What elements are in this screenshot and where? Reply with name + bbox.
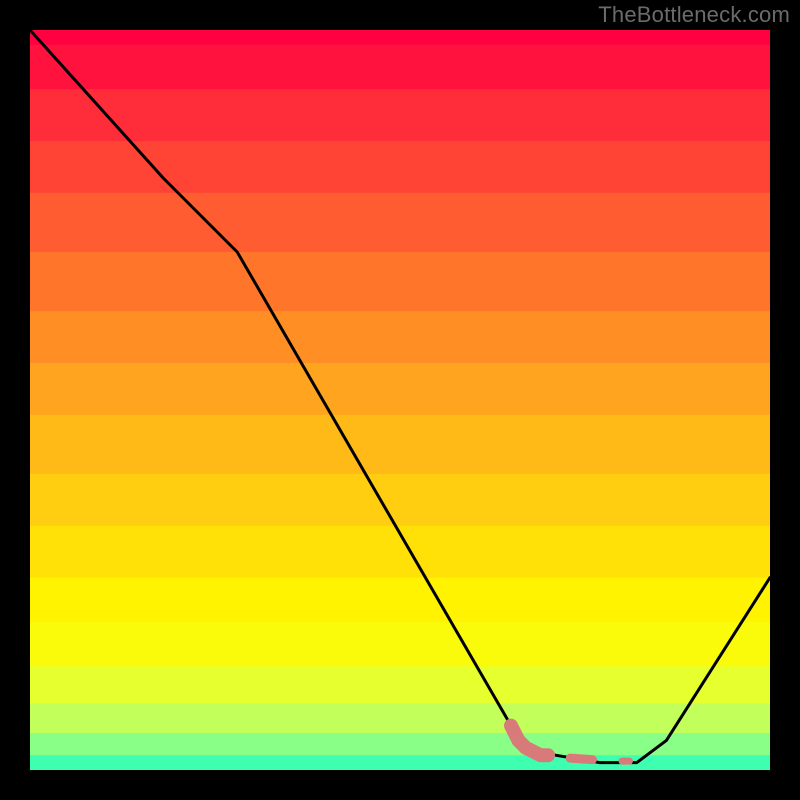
gradient-band	[30, 363, 770, 416]
gradient-band	[30, 252, 770, 312]
gradient-band	[30, 703, 770, 734]
gradient-band	[30, 89, 770, 142]
gradient-band	[30, 755, 770, 770]
gradient-band	[30, 578, 770, 623]
gradient-band	[30, 45, 770, 90]
gradient-band	[30, 30, 770, 46]
chart-svg	[30, 30, 770, 770]
gradient-band	[30, 622, 770, 667]
series-highlight-dot-1	[570, 758, 592, 759]
gradient-band	[30, 474, 770, 527]
gradient-band	[30, 415, 770, 475]
gradient-background	[30, 30, 770, 770]
gradient-band	[30, 193, 770, 253]
gradient-band	[30, 666, 770, 704]
gradient-band	[30, 311, 770, 364]
gradient-band	[30, 141, 770, 194]
watermark-text: TheBottleneck.com	[598, 2, 790, 28]
plot-frame	[30, 30, 770, 770]
